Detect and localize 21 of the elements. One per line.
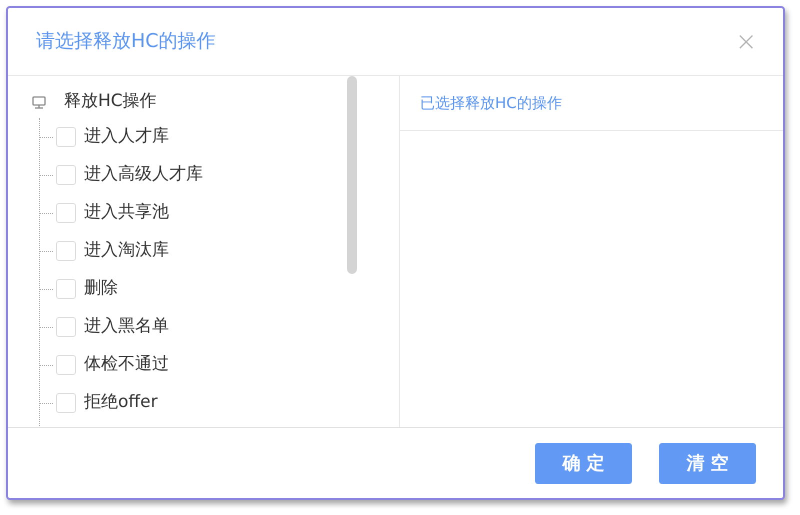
tree-item-label[interactable]: 进入共享池 — [84, 200, 169, 226]
panel-title: 已选择释放HC的操作 — [420, 92, 562, 114]
tree-item-label[interactable]: 删除 — [84, 276, 118, 302]
scrollbar[interactable] — [347, 76, 357, 274]
checkbox[interactable] — [56, 203, 76, 223]
tree-item-label[interactable]: 进入高级人才库 — [84, 162, 203, 188]
tree-item-label[interactable]: 进入人才库 — [84, 124, 169, 150]
checkbox[interactable] — [56, 393, 76, 413]
checkbox[interactable] — [56, 241, 76, 261]
checkbox[interactable] — [56, 279, 76, 299]
tree-item-label[interactable]: 进入淘汰库 — [84, 238, 169, 264]
checkbox[interactable] — [56, 165, 76, 185]
tree-item-label[interactable]: 拒绝offer — [84, 390, 158, 416]
checkbox[interactable] — [56, 127, 76, 147]
dialog-title: 请选择释放HC的操作 — [36, 29, 216, 54]
monitor-icon — [32, 96, 46, 108]
tree-item-label[interactable]: 进入黑名单 — [84, 314, 169, 340]
checkbox[interactable] — [56, 355, 76, 375]
tree-item-label[interactable]: 体检不通过 — [84, 352, 169, 378]
checkbox[interactable] — [56, 317, 76, 337]
tree-root-label[interactable]: 释放HC操作 — [64, 89, 157, 115]
